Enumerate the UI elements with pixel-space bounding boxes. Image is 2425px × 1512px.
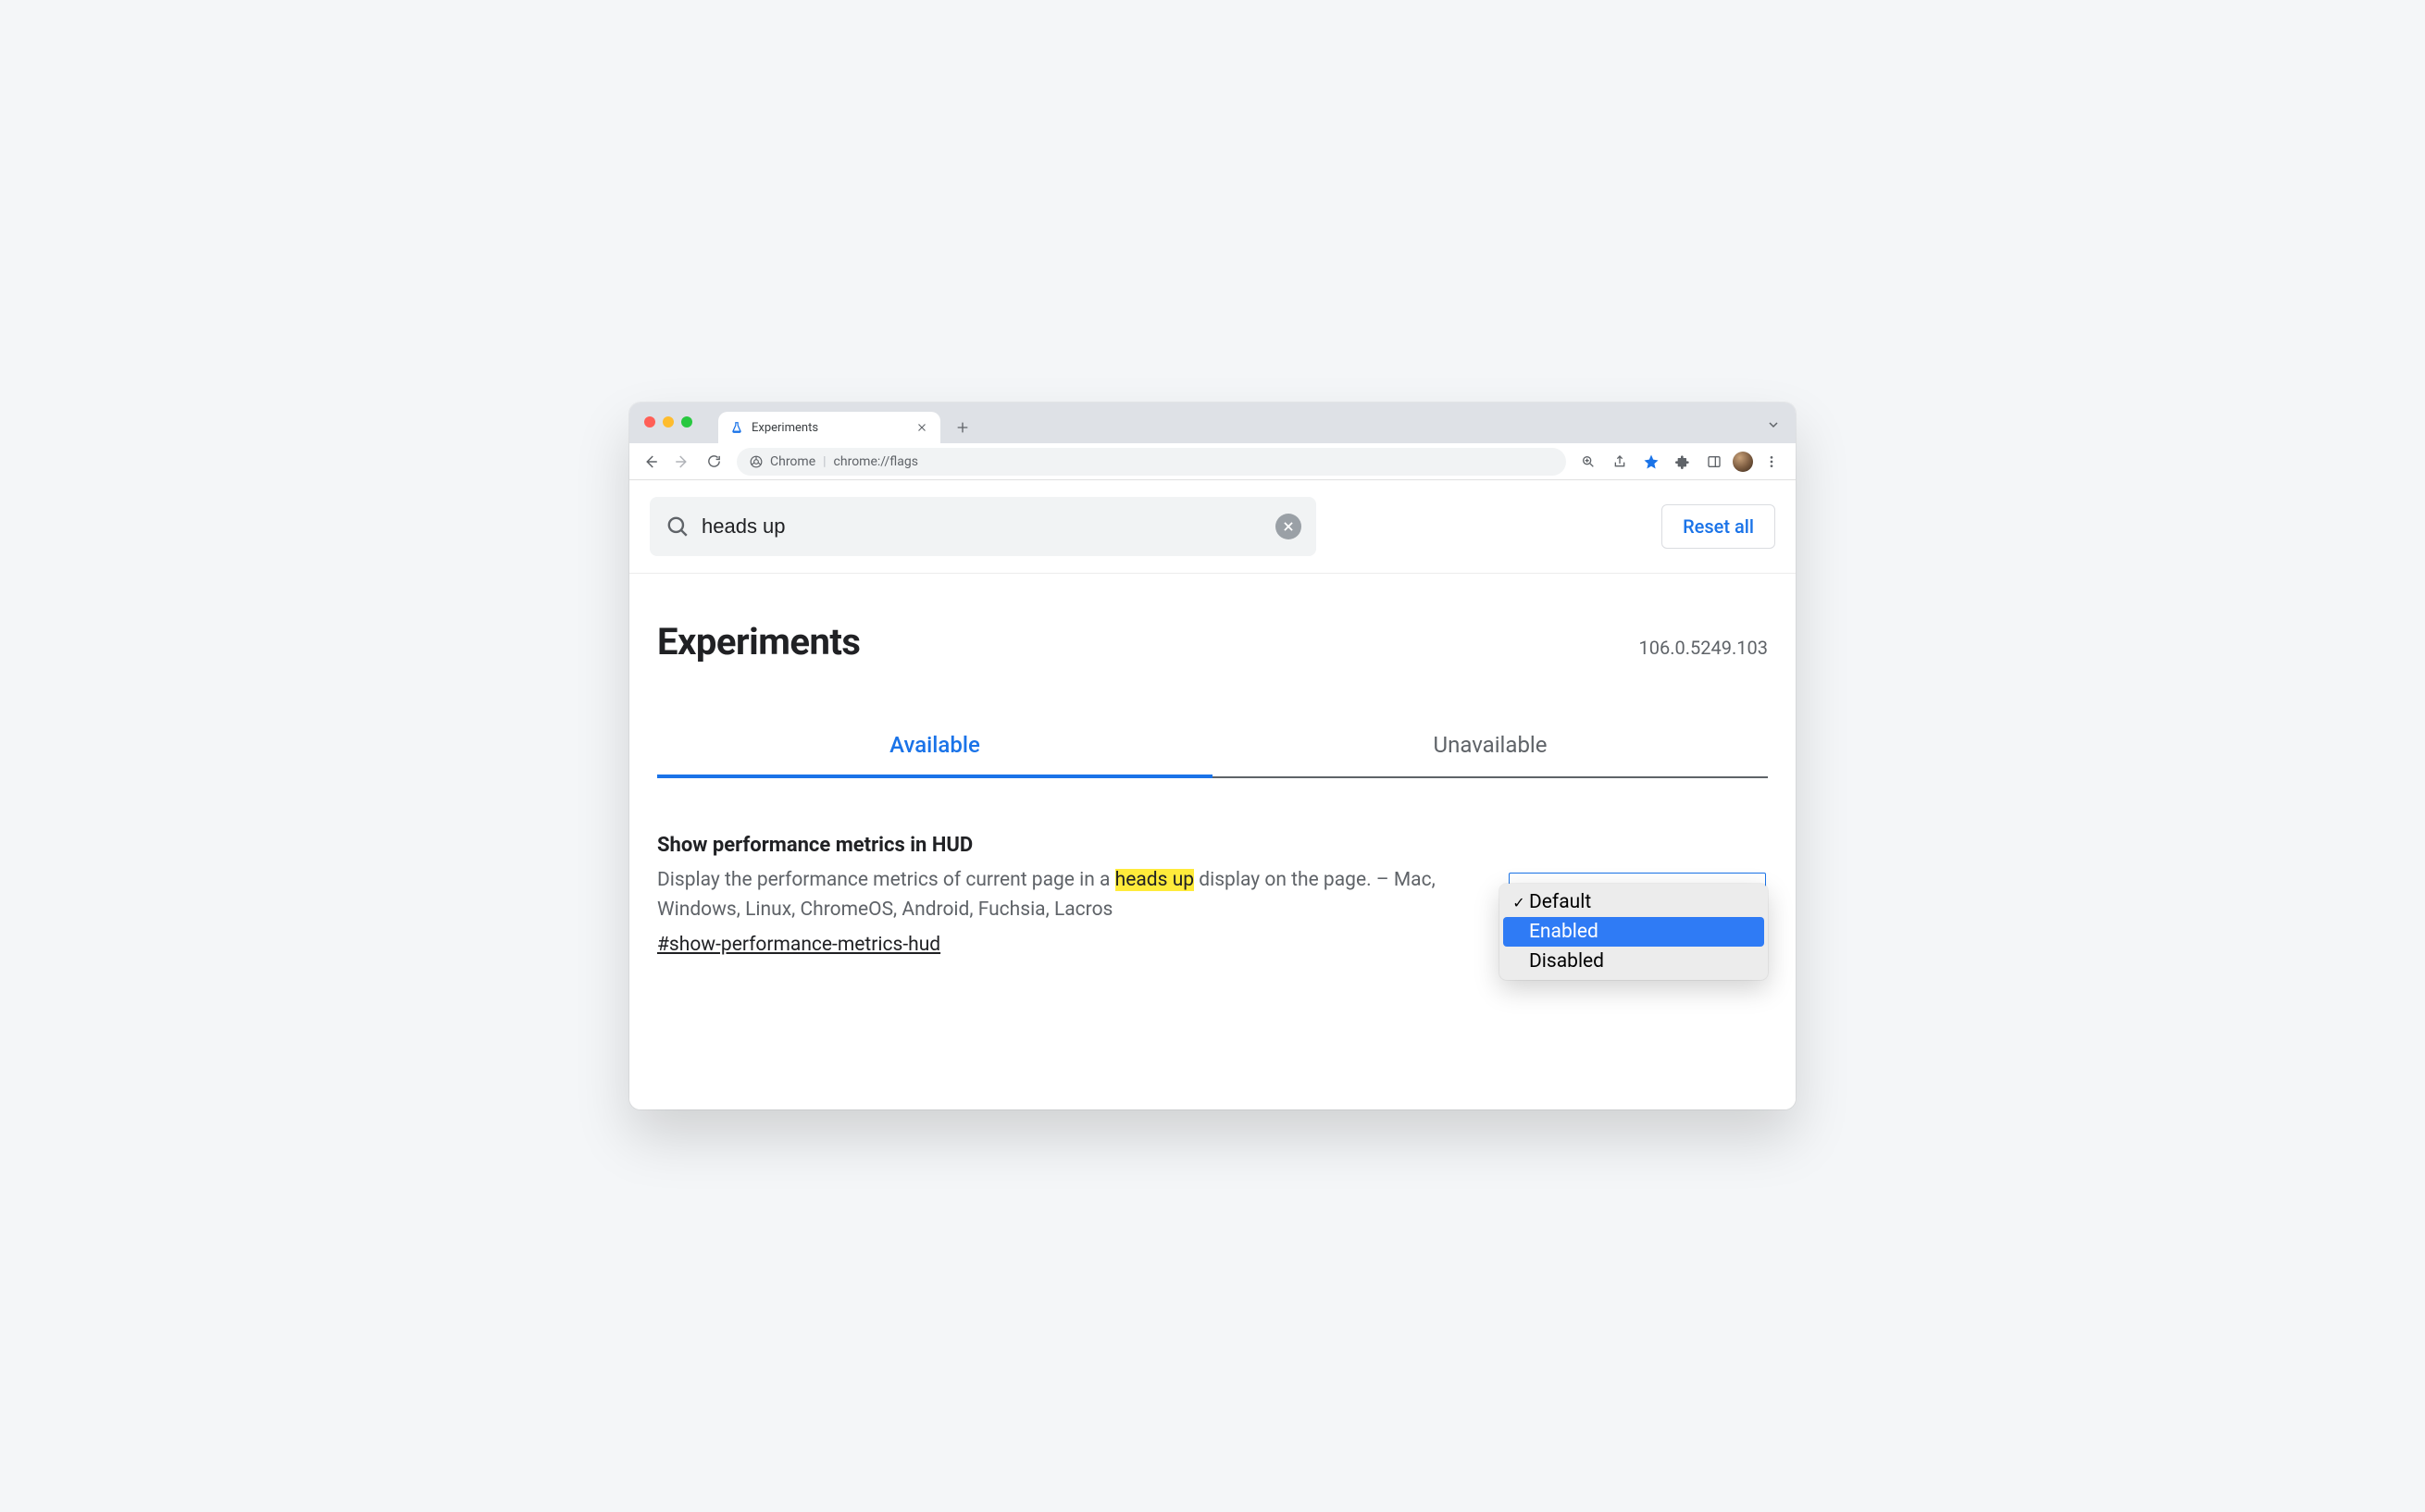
share-icon[interactable] bbox=[1607, 449, 1633, 475]
reset-all-button[interactable]: Reset all bbox=[1661, 504, 1775, 549]
tabs: Available Unavailable bbox=[657, 719, 1768, 778]
page-title: Experiments bbox=[657, 620, 860, 663]
extensions-icon[interactable] bbox=[1670, 449, 1696, 475]
flag-control: ✓ Default Enabled Disabled bbox=[1499, 834, 1768, 956]
side-panel-icon[interactable] bbox=[1701, 449, 1727, 475]
tab-close-button[interactable] bbox=[914, 420, 929, 435]
window-close-button[interactable] bbox=[644, 416, 655, 428]
tab-available-label: Available bbox=[889, 732, 980, 758]
search-icon bbox=[665, 514, 690, 539]
flag-title: Show performance metrics in HUD bbox=[657, 834, 1462, 857]
new-tab-button[interactable] bbox=[950, 415, 976, 440]
flag-anchor-link[interactable]: #show-performance-metrics-hud bbox=[657, 934, 940, 956]
browser-tab[interactable]: Experiments bbox=[718, 412, 940, 443]
flag-desc-pre: Display the performance metrics of curre… bbox=[657, 869, 1115, 891]
omnibox-origin: Chrome bbox=[770, 454, 815, 469]
window-controls bbox=[644, 416, 692, 428]
window-minimize-button[interactable] bbox=[663, 416, 674, 428]
option-enabled[interactable]: Enabled bbox=[1503, 917, 1764, 947]
tab-unavailable[interactable]: Unavailable bbox=[1212, 719, 1768, 778]
flags-search-input[interactable] bbox=[702, 514, 1264, 539]
search-row: Reset all bbox=[629, 480, 1796, 574]
toolbar: Chrome | chrome://flags bbox=[629, 443, 1796, 480]
flags-search-box bbox=[650, 497, 1316, 556]
titlebar: Experiments bbox=[629, 403, 1796, 443]
flag-description: Display the performance metrics of curre… bbox=[657, 866, 1462, 924]
heading-row: Experiments 106.0.5249.103 bbox=[657, 620, 1768, 663]
chrome-icon bbox=[750, 455, 763, 468]
option-enabled-label: Enabled bbox=[1529, 921, 1598, 943]
window-zoom-button[interactable] bbox=[681, 416, 692, 428]
flag-row: Show performance metrics in HUD Display … bbox=[657, 834, 1768, 956]
omnibox-separator: | bbox=[823, 454, 826, 469]
option-disabled-label: Disabled bbox=[1529, 950, 1604, 973]
flag-anchor-text: #show-performance-metrics-hud bbox=[657, 934, 940, 956]
forward-button[interactable] bbox=[668, 448, 696, 476]
check-icon: ✓ bbox=[1511, 894, 1527, 911]
tab-title: Experiments bbox=[752, 421, 907, 435]
option-default-label: Default bbox=[1529, 891, 1591, 913]
menu-icon[interactable] bbox=[1759, 449, 1785, 475]
back-button[interactable] bbox=[637, 448, 665, 476]
browser-window: Experiments Chrome | chrome: bbox=[629, 403, 1796, 1109]
bookmark-star-icon[interactable] bbox=[1638, 449, 1664, 475]
zoom-icon[interactable] bbox=[1575, 449, 1601, 475]
omnibox-url: chrome://flags bbox=[834, 454, 918, 469]
tab-available[interactable]: Available bbox=[657, 719, 1212, 778]
clear-search-button[interactable] bbox=[1275, 514, 1301, 539]
flag-state-dropdown[interactable]: ✓ Default Enabled Disabled bbox=[1499, 884, 1768, 980]
profile-avatar[interactable] bbox=[1733, 452, 1753, 472]
flag-desc-highlight: heads up bbox=[1115, 869, 1194, 891]
page-content: Reset all Experiments 106.0.5249.103 Ava… bbox=[629, 480, 1796, 1109]
flask-icon bbox=[729, 420, 744, 435]
tab-unavailable-label: Unavailable bbox=[1434, 732, 1548, 758]
toolbar-actions bbox=[1575, 449, 1788, 475]
flag-text-block: Show performance metrics in HUD Display … bbox=[657, 834, 1462, 956]
reload-button[interactable] bbox=[700, 448, 728, 476]
address-bar[interactable]: Chrome | chrome://flags bbox=[737, 448, 1566, 476]
option-disabled[interactable]: Disabled bbox=[1503, 947, 1764, 976]
tabs-dropdown-button[interactable] bbox=[1762, 414, 1785, 436]
reset-all-label: Reset all bbox=[1683, 515, 1754, 538]
chrome-version: 106.0.5249.103 bbox=[1639, 637, 1768, 659]
option-default[interactable]: ✓ Default bbox=[1503, 887, 1764, 917]
